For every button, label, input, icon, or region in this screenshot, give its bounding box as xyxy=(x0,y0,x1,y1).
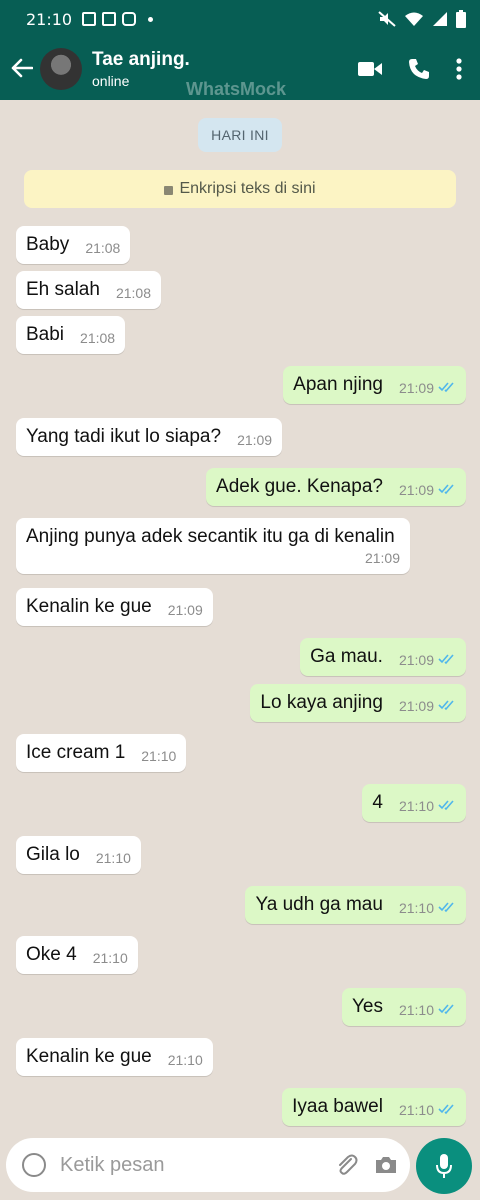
message-time: 21:10 xyxy=(95,850,131,866)
message-time: 21:09 xyxy=(398,482,434,498)
message-bubble[interactable]: Lo kaya anjing 21:09 xyxy=(250,684,466,722)
message-bubble[interactable]: Gila lo 21:10 xyxy=(16,836,141,874)
system-icons xyxy=(378,10,466,28)
message-text: Apan njing xyxy=(293,374,383,395)
message-time: 21:08 xyxy=(80,330,116,346)
message-bubble[interactable]: Babi 21:08 xyxy=(16,316,126,354)
message-text: Lo kaya anjing xyxy=(260,692,383,713)
message-time: 21:09 xyxy=(167,602,203,618)
message-bubble[interactable]: Yang tadi ikut lo siapa? 21:09 xyxy=(16,418,283,456)
emoji-icon[interactable] xyxy=(22,1153,46,1177)
message-text: Ga mau. xyxy=(310,646,383,667)
watermark: WhatsMock xyxy=(186,79,287,99)
mic-icon xyxy=(436,1154,452,1178)
message-text: Baby xyxy=(26,234,70,255)
gallery-icon xyxy=(82,12,97,26)
message-bubble[interactable]: Adek gue. Kenapa? 21:09 xyxy=(206,468,466,506)
message-input[interactable]: Ketik pesan xyxy=(60,1154,320,1177)
avatar[interactable] xyxy=(40,48,82,90)
double-check-icon xyxy=(438,654,454,665)
double-check-icon xyxy=(438,902,454,913)
contact-status: online xyxy=(92,73,130,89)
message-time: 21:09 xyxy=(364,550,400,566)
message-text: Yang tadi ikut lo siapa? xyxy=(26,426,222,447)
message-bubble[interactable]: Yes 21:10 xyxy=(341,988,466,1026)
date-divider: HARI INI xyxy=(198,118,282,152)
status-bar: 21:10 xyxy=(0,0,480,38)
message-text: Adek gue. Kenapa? xyxy=(216,476,383,497)
signal-icon xyxy=(433,12,447,26)
chat-area[interactable]: HARI INI Enkripsi teks di sini Baby 21:08… xyxy=(0,100,480,1134)
message-bubble[interactable]: Ice cream 1 21:10 xyxy=(16,734,187,772)
contact-name: Tae anjing. xyxy=(92,49,190,70)
message-text: Gila lo xyxy=(26,844,80,865)
message-text: Kenalin ke gue xyxy=(26,1046,152,1067)
weather-icon xyxy=(102,12,117,26)
encryption-text: Enkripsi teks di sini xyxy=(179,180,316,197)
paperclip-icon[interactable] xyxy=(336,1153,358,1177)
message-bubble[interactable]: Eh salah 21:08 xyxy=(16,271,161,309)
message-text: Yes xyxy=(351,996,383,1017)
message-bubble[interactable]: Ya udh ga mau 21:10 xyxy=(245,886,466,924)
header-actions xyxy=(358,58,462,80)
message-time: 21:09 xyxy=(398,652,434,668)
message-bubble[interactable]: Ga mau. 21:09 xyxy=(300,638,466,676)
instagram-icon xyxy=(122,12,137,26)
lock-icon xyxy=(164,185,174,195)
message-time: 21:10 xyxy=(398,798,434,814)
message-bubble[interactable]: Baby 21:08 xyxy=(16,226,131,264)
message-text: Babi xyxy=(26,324,65,345)
encryption-notice[interactable]: Enkripsi teks di sini xyxy=(24,170,456,208)
message-text: Ya udh ga mau xyxy=(255,894,383,915)
notification-icons xyxy=(82,12,154,26)
wifi-icon xyxy=(405,12,423,26)
mute-icon xyxy=(378,11,396,27)
mic-button[interactable] xyxy=(416,1138,472,1194)
message-text: Ice cream 1 xyxy=(26,742,126,763)
arrow-left-icon[interactable] xyxy=(6,54,38,85)
more-vert-icon[interactable] xyxy=(456,58,462,80)
message-time: 21:08 xyxy=(85,240,121,256)
message-bubble[interactable]: Kenalin ke gue 21:09 xyxy=(16,588,213,626)
double-check-icon xyxy=(438,1004,454,1015)
message-bubble[interactable]: 4 21:10 xyxy=(362,784,466,822)
message-text: Oke 4 xyxy=(26,944,77,965)
double-check-icon xyxy=(438,484,454,495)
double-check-icon xyxy=(438,1104,454,1115)
battery-icon xyxy=(456,10,466,28)
video-call-icon[interactable] xyxy=(358,60,382,78)
message-time: 21:09 xyxy=(237,432,273,448)
message-time: 21:08 xyxy=(115,285,151,301)
message-time: 21:09 xyxy=(398,698,434,714)
dot-icon xyxy=(148,16,154,22)
chat-header: Tae anjing. online WhatsMock xyxy=(0,38,480,100)
message-text: Kenalin ke gue xyxy=(26,596,152,617)
message-time: 21:10 xyxy=(398,1102,434,1118)
phone-icon[interactable] xyxy=(408,58,430,80)
double-check-icon xyxy=(438,382,454,393)
message-input-bar: Ketik pesan xyxy=(6,1138,410,1192)
message-text: Iyaa bawel xyxy=(292,1096,383,1117)
contact-info[interactable]: Tae anjing. online xyxy=(92,49,190,89)
double-check-icon xyxy=(438,700,454,711)
message-time: 21:10 xyxy=(141,748,177,764)
double-check-icon xyxy=(438,800,454,811)
message-bubble[interactable]: Anjing punya adek secantik itu ga di ken… xyxy=(16,518,410,574)
status-time: 21:10 xyxy=(26,9,73,29)
message-time: 21:10 xyxy=(167,1052,203,1068)
message-text: Eh salah xyxy=(26,279,100,300)
message-time: 21:10 xyxy=(398,900,434,916)
message-bubble[interactable]: Kenalin ke gue 21:10 xyxy=(16,1038,213,1076)
message-text: Anjing punya adek secantik itu ga di ken… xyxy=(26,526,395,547)
message-bubble[interactable]: Iyaa bawel 21:10 xyxy=(282,1088,466,1126)
message-time: 21:10 xyxy=(92,950,128,966)
camera-icon[interactable] xyxy=(374,1155,398,1175)
message-time: 21:10 xyxy=(398,1002,434,1018)
message-text: 4 xyxy=(372,792,383,813)
message-bubble[interactable]: Apan njing 21:09 xyxy=(283,366,466,404)
message-bubble[interactable]: Oke 4 21:10 xyxy=(16,936,138,974)
message-time: 21:09 xyxy=(398,380,434,396)
